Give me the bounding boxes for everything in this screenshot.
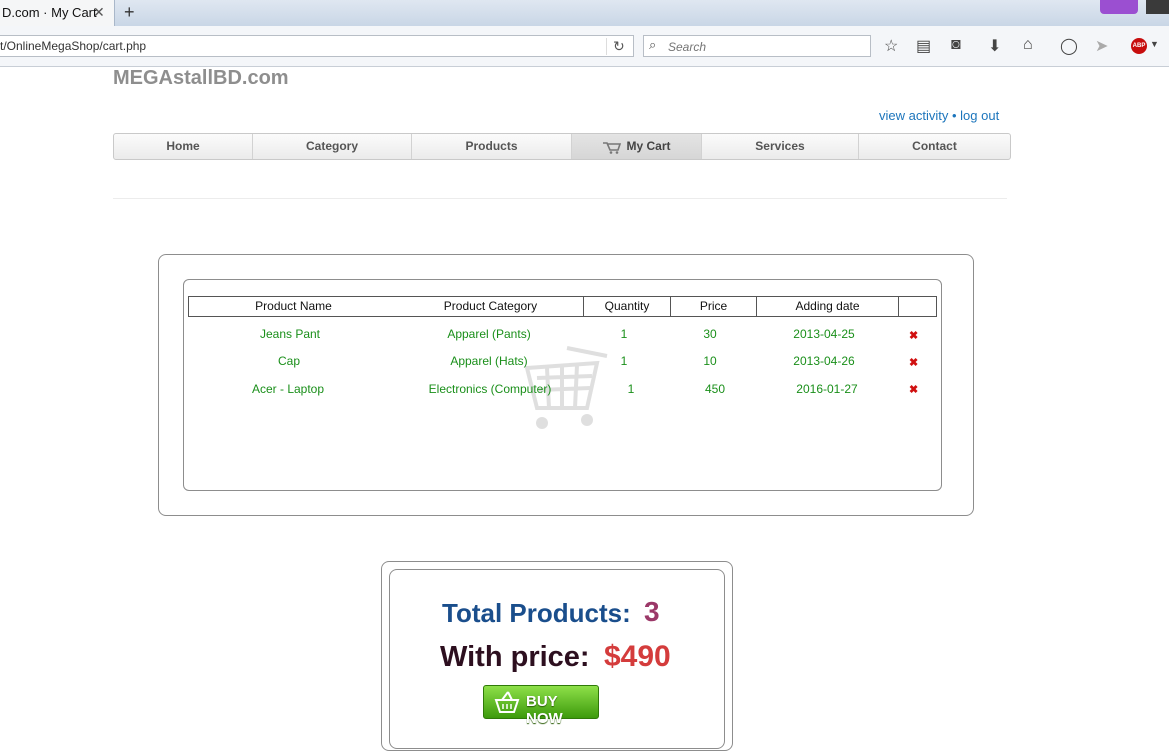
total-price-value: $490 bbox=[604, 640, 671, 673]
main-menu: Home Category Products My Cart Services … bbox=[113, 133, 1011, 160]
table-cell-date: 2016-01-27 bbox=[796, 382, 858, 396]
total-price-label: With price: bbox=[440, 641, 590, 673]
table-cell-category: Electronics (Computer) bbox=[428, 382, 552, 396]
table-cell-date: 2013-04-25 bbox=[793, 327, 855, 341]
basket-icon bbox=[494, 691, 520, 713]
table-cell-category: Apparel (Hats) bbox=[450, 354, 528, 368]
menu-item-category[interactable]: Category bbox=[253, 134, 412, 159]
chat-icon[interactable]: ◯ bbox=[1060, 36, 1078, 56]
divider bbox=[113, 198, 1007, 199]
adblock-icon[interactable]: ABP bbox=[1131, 38, 1147, 54]
delete-item-icon[interactable]: ✖ bbox=[909, 329, 918, 342]
link-separator: • bbox=[951, 108, 957, 123]
user-links: view activity • log out bbox=[879, 108, 999, 123]
search-icon: ⌕ bbox=[649, 37, 657, 52]
send-icon[interactable]: ➤ bbox=[1095, 36, 1108, 56]
table-cell-quantity: 1 bbox=[620, 354, 628, 368]
menu-item-products[interactable]: Products bbox=[412, 134, 572, 159]
total-products-label: Total Products: bbox=[442, 598, 631, 628]
table-cell-quantity: 1 bbox=[627, 382, 635, 396]
menu-item-my-cart[interactable]: My Cart bbox=[572, 134, 702, 159]
tab-title: D.com · My Cart bbox=[2, 5, 97, 20]
buy-now-button[interactable]: BUY NOW bbox=[483, 685, 599, 727]
total-products-value: 3 bbox=[644, 596, 660, 627]
downloads-icon[interactable]: ⬇ bbox=[988, 36, 1001, 56]
column-header-product-name: Product Name bbox=[255, 299, 332, 313]
new-tab-button[interactable]: + bbox=[124, 2, 135, 23]
address-bar[interactable]: t/OnlineMegaShop/cart.php ↻ bbox=[0, 35, 634, 57]
browser-tabstrip: D.com · My Cart ✕ + bbox=[0, 0, 1169, 26]
menu-item-home[interactable]: Home bbox=[114, 134, 253, 159]
column-header-adding-date: Adding date bbox=[756, 297, 898, 316]
reading-list-icon[interactable]: ▤ bbox=[916, 36, 931, 56]
close-tab-icon[interactable]: ✕ bbox=[93, 4, 105, 21]
table-cell-category: Apparel (Pants) bbox=[447, 327, 531, 341]
browser-tab-active[interactable]: D.com · My Cart ✕ bbox=[0, 0, 115, 26]
bookmark-star-icon[interactable]: ☆ bbox=[884, 36, 898, 56]
table-cell-quantity: 1 bbox=[620, 327, 628, 341]
address-bar-url: t/OnlineMegaShop/cart.php bbox=[0, 39, 147, 53]
pocket-icon[interactable]: ◙ bbox=[951, 36, 961, 54]
buy-now-label: BUY NOW bbox=[526, 693, 563, 727]
search-input[interactable] bbox=[666, 38, 870, 56]
column-header-price: Price bbox=[670, 297, 756, 316]
table-cell-price: 30 bbox=[703, 327, 717, 341]
table-cell-name: Acer - Laptop bbox=[251, 382, 325, 396]
table-cell-price: 10 bbox=[703, 354, 717, 368]
table-cell-name: Cap bbox=[277, 354, 301, 368]
private-browsing-icon bbox=[1100, 0, 1138, 14]
my-cart-label: My Cart bbox=[626, 139, 671, 153]
view-activity-link[interactable]: view activity bbox=[879, 108, 948, 123]
site-title: MEGAstallBD.com bbox=[113, 67, 289, 89]
table-cell-name: Jeans Pant bbox=[259, 327, 321, 341]
cart-table-header: Product Name Product Category Quantity P… bbox=[188, 296, 937, 317]
search-box[interactable]: ⌕ bbox=[643, 35, 871, 57]
table-cell-date: 2013-04-26 bbox=[793, 354, 855, 368]
chevron-down-icon[interactable]: ▼ bbox=[1150, 39, 1159, 49]
delete-item-icon[interactable]: ✖ bbox=[909, 356, 918, 369]
column-header-quantity: Quantity bbox=[583, 297, 670, 316]
menu-item-contact[interactable]: Contact bbox=[859, 134, 1010, 159]
log-out-link[interactable]: log out bbox=[960, 108, 999, 123]
delete-item-icon[interactable]: ✖ bbox=[909, 383, 918, 396]
column-header-product-category: Product Category bbox=[443, 299, 538, 313]
column-header-actions bbox=[898, 297, 936, 316]
window-control-button[interactable] bbox=[1146, 0, 1169, 14]
reload-icon[interactable]: ↻ bbox=[606, 38, 625, 55]
cart-icon bbox=[603, 142, 622, 154]
home-icon[interactable]: ⌂ bbox=[1023, 36, 1033, 54]
menu-item-services[interactable]: Services bbox=[702, 134, 859, 159]
table-cell-price: 450 bbox=[704, 382, 726, 396]
